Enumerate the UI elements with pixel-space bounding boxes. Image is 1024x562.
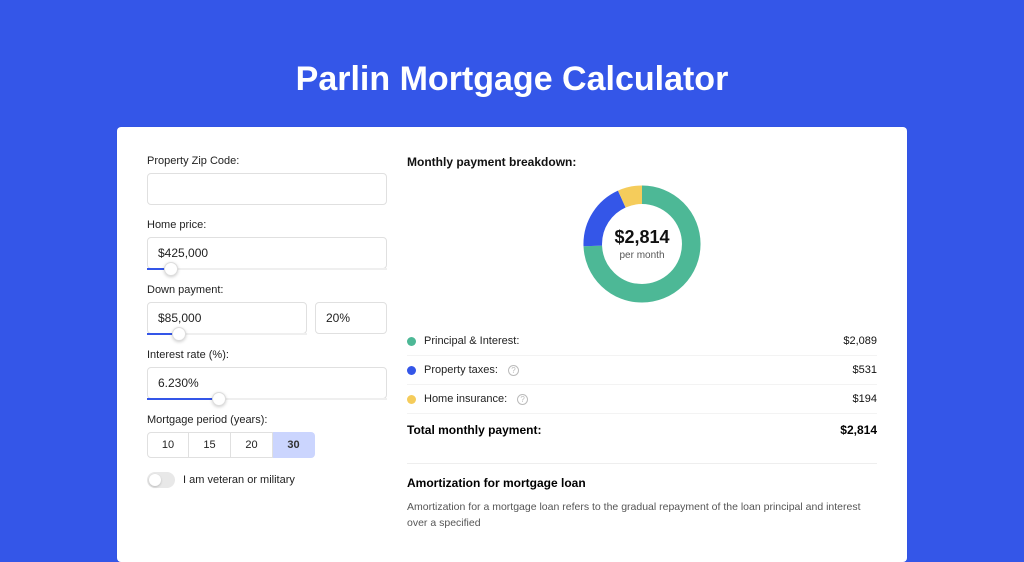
- input-panel: Property Zip Code: Home price: Down paym…: [147, 155, 387, 532]
- down-payment-amount-input[interactable]: [147, 302, 307, 334]
- legend-left: Home insurance:?: [407, 393, 528, 405]
- amortization-body: Amortization for a mortgage loan refers …: [407, 500, 877, 532]
- legend-value: $194: [853, 393, 877, 405]
- amortization-title: Amortization for mortgage loan: [407, 463, 877, 490]
- home-price-slider[interactable]: [147, 268, 387, 270]
- down-payment-label: Down payment:: [147, 284, 387, 296]
- info-icon[interactable]: ?: [517, 394, 528, 405]
- results-panel: Monthly payment breakdown: $2,814 per mo…: [407, 155, 877, 532]
- interest-slider[interactable]: [147, 398, 387, 400]
- total-value: $2,814: [840, 423, 877, 437]
- home-price-label: Home price:: [147, 219, 387, 231]
- down-payment-field-group: Down payment:: [147, 284, 387, 335]
- down-payment-slider-thumb[interactable]: [172, 327, 186, 341]
- period-button-15[interactable]: 15: [189, 432, 231, 458]
- legend-value: $531: [853, 364, 877, 376]
- donut-amount: $2,814: [614, 227, 669, 248]
- period-button-30[interactable]: 30: [273, 432, 315, 458]
- period-button-20[interactable]: 20: [231, 432, 273, 458]
- donut-chart-wrap: $2,814 per month: [407, 179, 877, 309]
- period-button-row: 10152030: [147, 432, 387, 458]
- zip-input[interactable]: [147, 173, 387, 205]
- donut-center: $2,814 per month: [577, 179, 707, 309]
- page-title: Parlin Mortgage Calculator: [0, 0, 1024, 127]
- veteran-label: I am veteran or military: [183, 474, 295, 486]
- down-payment-slider[interactable]: [147, 333, 307, 335]
- interest-label: Interest rate (%):: [147, 349, 387, 361]
- down-payment-percent-input[interactable]: [315, 302, 387, 334]
- legend-value: $2,089: [843, 335, 877, 347]
- breakdown-title: Monthly payment breakdown:: [407, 155, 877, 169]
- home-price-input[interactable]: [147, 237, 387, 269]
- legend-row: Property taxes:? $531: [407, 355, 877, 384]
- info-icon[interactable]: ?: [508, 365, 519, 376]
- interest-field-group: Interest rate (%):: [147, 349, 387, 400]
- period-field-group: Mortgage period (years): 10152030: [147, 414, 387, 458]
- donut-sublabel: per month: [619, 250, 664, 261]
- period-label: Mortgage period (years):: [147, 414, 387, 426]
- home-price-slider-thumb[interactable]: [164, 262, 178, 276]
- legend: Principal & Interest: $2,089 Property taxe…: [407, 327, 877, 413]
- zip-field-group: Property Zip Code:: [147, 155, 387, 205]
- interest-slider-fill: [147, 398, 219, 400]
- interest-slider-thumb[interactable]: [212, 392, 226, 406]
- legend-left: Property taxes:?: [407, 364, 519, 376]
- legend-left: Principal & Interest:: [407, 335, 519, 347]
- legend-row: Home insurance:? $194: [407, 384, 877, 413]
- total-label: Total monthly payment:: [407, 423, 541, 437]
- home-price-field-group: Home price:: [147, 219, 387, 270]
- legend-dot-icon: [407, 395, 416, 404]
- interest-input[interactable]: [147, 367, 387, 399]
- legend-label: Principal & Interest:: [424, 335, 519, 347]
- legend-label: Property taxes:: [424, 364, 498, 376]
- zip-label: Property Zip Code:: [147, 155, 387, 167]
- legend-dot-icon: [407, 337, 416, 346]
- veteran-row: I am veteran or military: [147, 472, 387, 488]
- total-row: Total monthly payment: $2,814: [407, 413, 877, 449]
- donut-chart: $2,814 per month: [577, 179, 707, 309]
- legend-row: Principal & Interest: $2,089: [407, 327, 877, 355]
- calculator-card: Property Zip Code: Home price: Down paym…: [117, 127, 907, 562]
- legend-label: Home insurance:: [424, 393, 507, 405]
- period-button-10[interactable]: 10: [147, 432, 189, 458]
- legend-dot-icon: [407, 366, 416, 375]
- veteran-toggle[interactable]: [147, 472, 175, 488]
